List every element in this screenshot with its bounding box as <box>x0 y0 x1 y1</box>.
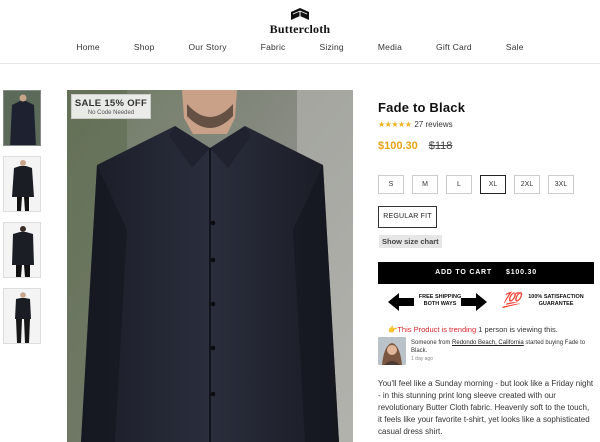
nav-sizing[interactable]: Sizing <box>303 42 361 52</box>
trending-notice: 👉This Product is trending 1 person is vi… <box>388 325 558 334</box>
size-option-3xl[interactable]: 3XL <box>548 175 574 194</box>
site-header: Buttercloth Home Shop Our Story Fabric S… <box>0 0 600 64</box>
size-option-m[interactable]: M <box>412 175 438 194</box>
free-shipping-text: FREE SHIPPING BOTH WAYS <box>418 294 462 307</box>
product-info: Fade to Black ★★★★★ 27 reviews $100.30 $… <box>378 100 592 152</box>
product-description: You'll feel like a Sunday morning - but … <box>378 379 594 436</box>
product-rating[interactable]: ★★★★★ 27 reviews <box>378 120 592 129</box>
nav-gift-card[interactable]: Gift Card <box>419 42 489 52</box>
arrow-right-icon <box>461 293 487 311</box>
thumbnail-1[interactable] <box>3 90 41 146</box>
thumbnail-3[interactable] <box>3 222 41 278</box>
buyer-location-link[interactable]: Redondo Beach, California <box>452 340 524 346</box>
trending-label: This Product is trending <box>397 325 477 334</box>
add-to-cart-price: $100.30 <box>506 269 537 276</box>
model-shirt-image <box>67 90 353 442</box>
sale-price: $100.30 <box>378 140 418 152</box>
add-to-cart-label: ADD TO CART <box>435 269 492 276</box>
star-rating-icon: ★★★★★ <box>378 120 412 129</box>
arrow-left-icon <box>388 293 414 311</box>
social-proof-popup: Someone from Redondo Beach, California s… <box>378 337 594 367</box>
add-to-cart-button[interactable]: ADD TO CART $100.30 <box>378 262 594 284</box>
size-option-s[interactable]: S <box>378 175 404 194</box>
size-chart-link[interactable]: Show size chart <box>379 235 442 248</box>
perks-banner: FREE SHIPPING BOTH WAYS 💯 100% SATISFACT… <box>388 291 588 315</box>
viewer-count-text: 1 person is viewing this. <box>476 325 558 334</box>
product-main-image[interactable]: SALE 15% OFF No Code Needed <box>67 90 353 442</box>
fit-option-regular[interactable]: REGULAR FIT <box>378 206 437 228</box>
product-title: Fade to Black <box>378 100 466 115</box>
brand-mark-icon <box>291 8 309 20</box>
review-count[interactable]: 27 reviews <box>414 120 452 129</box>
size-option-xl[interactable]: XL <box>480 175 506 194</box>
nav-home[interactable]: Home <box>59 42 116 52</box>
size-selector: S M L XL 2XL 3XL <box>378 175 582 194</box>
buyer-avatar <box>378 337 406 365</box>
brand-logo[interactable]: Buttercloth <box>0 6 600 37</box>
hundred-points-icon: 💯 <box>502 292 521 309</box>
sale-badge: SALE 15% OFF No Code Needed <box>71 94 151 119</box>
size-option-2xl[interactable]: 2XL <box>514 175 540 194</box>
original-price: $118 <box>428 140 453 152</box>
social-proof-time: 1 day ago <box>411 356 433 362</box>
thumbnail-2[interactable] <box>3 156 41 212</box>
nav-our-story[interactable]: Our Story <box>172 42 244 52</box>
price-row: $100.30 $118 <box>378 140 592 152</box>
size-option-l[interactable]: L <box>446 175 472 194</box>
sale-badge-subtitle: No Code Needed <box>87 110 135 116</box>
main-nav: Home Shop Our Story Fabric Sizing Media … <box>0 42 600 52</box>
thumbnail-list <box>3 90 41 354</box>
nav-shop[interactable]: Shop <box>117 42 172 52</box>
social-proof-lead: Someone from <box>411 340 453 346</box>
nav-media[interactable]: Media <box>361 42 419 52</box>
social-proof-text: Someone from Redondo Beach, California s… <box>411 339 591 363</box>
nav-sale[interactable]: Sale <box>489 42 541 52</box>
thumbnail-4[interactable] <box>3 288 41 344</box>
sale-badge-title: SALE 15% OFF <box>74 98 148 109</box>
pointing-hand-icon: 👉 <box>388 325 398 334</box>
satisfaction-text: 100% SATISFACTION GUARANTEE <box>528 294 584 307</box>
nav-fabric[interactable]: Fabric <box>244 42 303 52</box>
brand-name: Buttercloth <box>269 22 331 36</box>
